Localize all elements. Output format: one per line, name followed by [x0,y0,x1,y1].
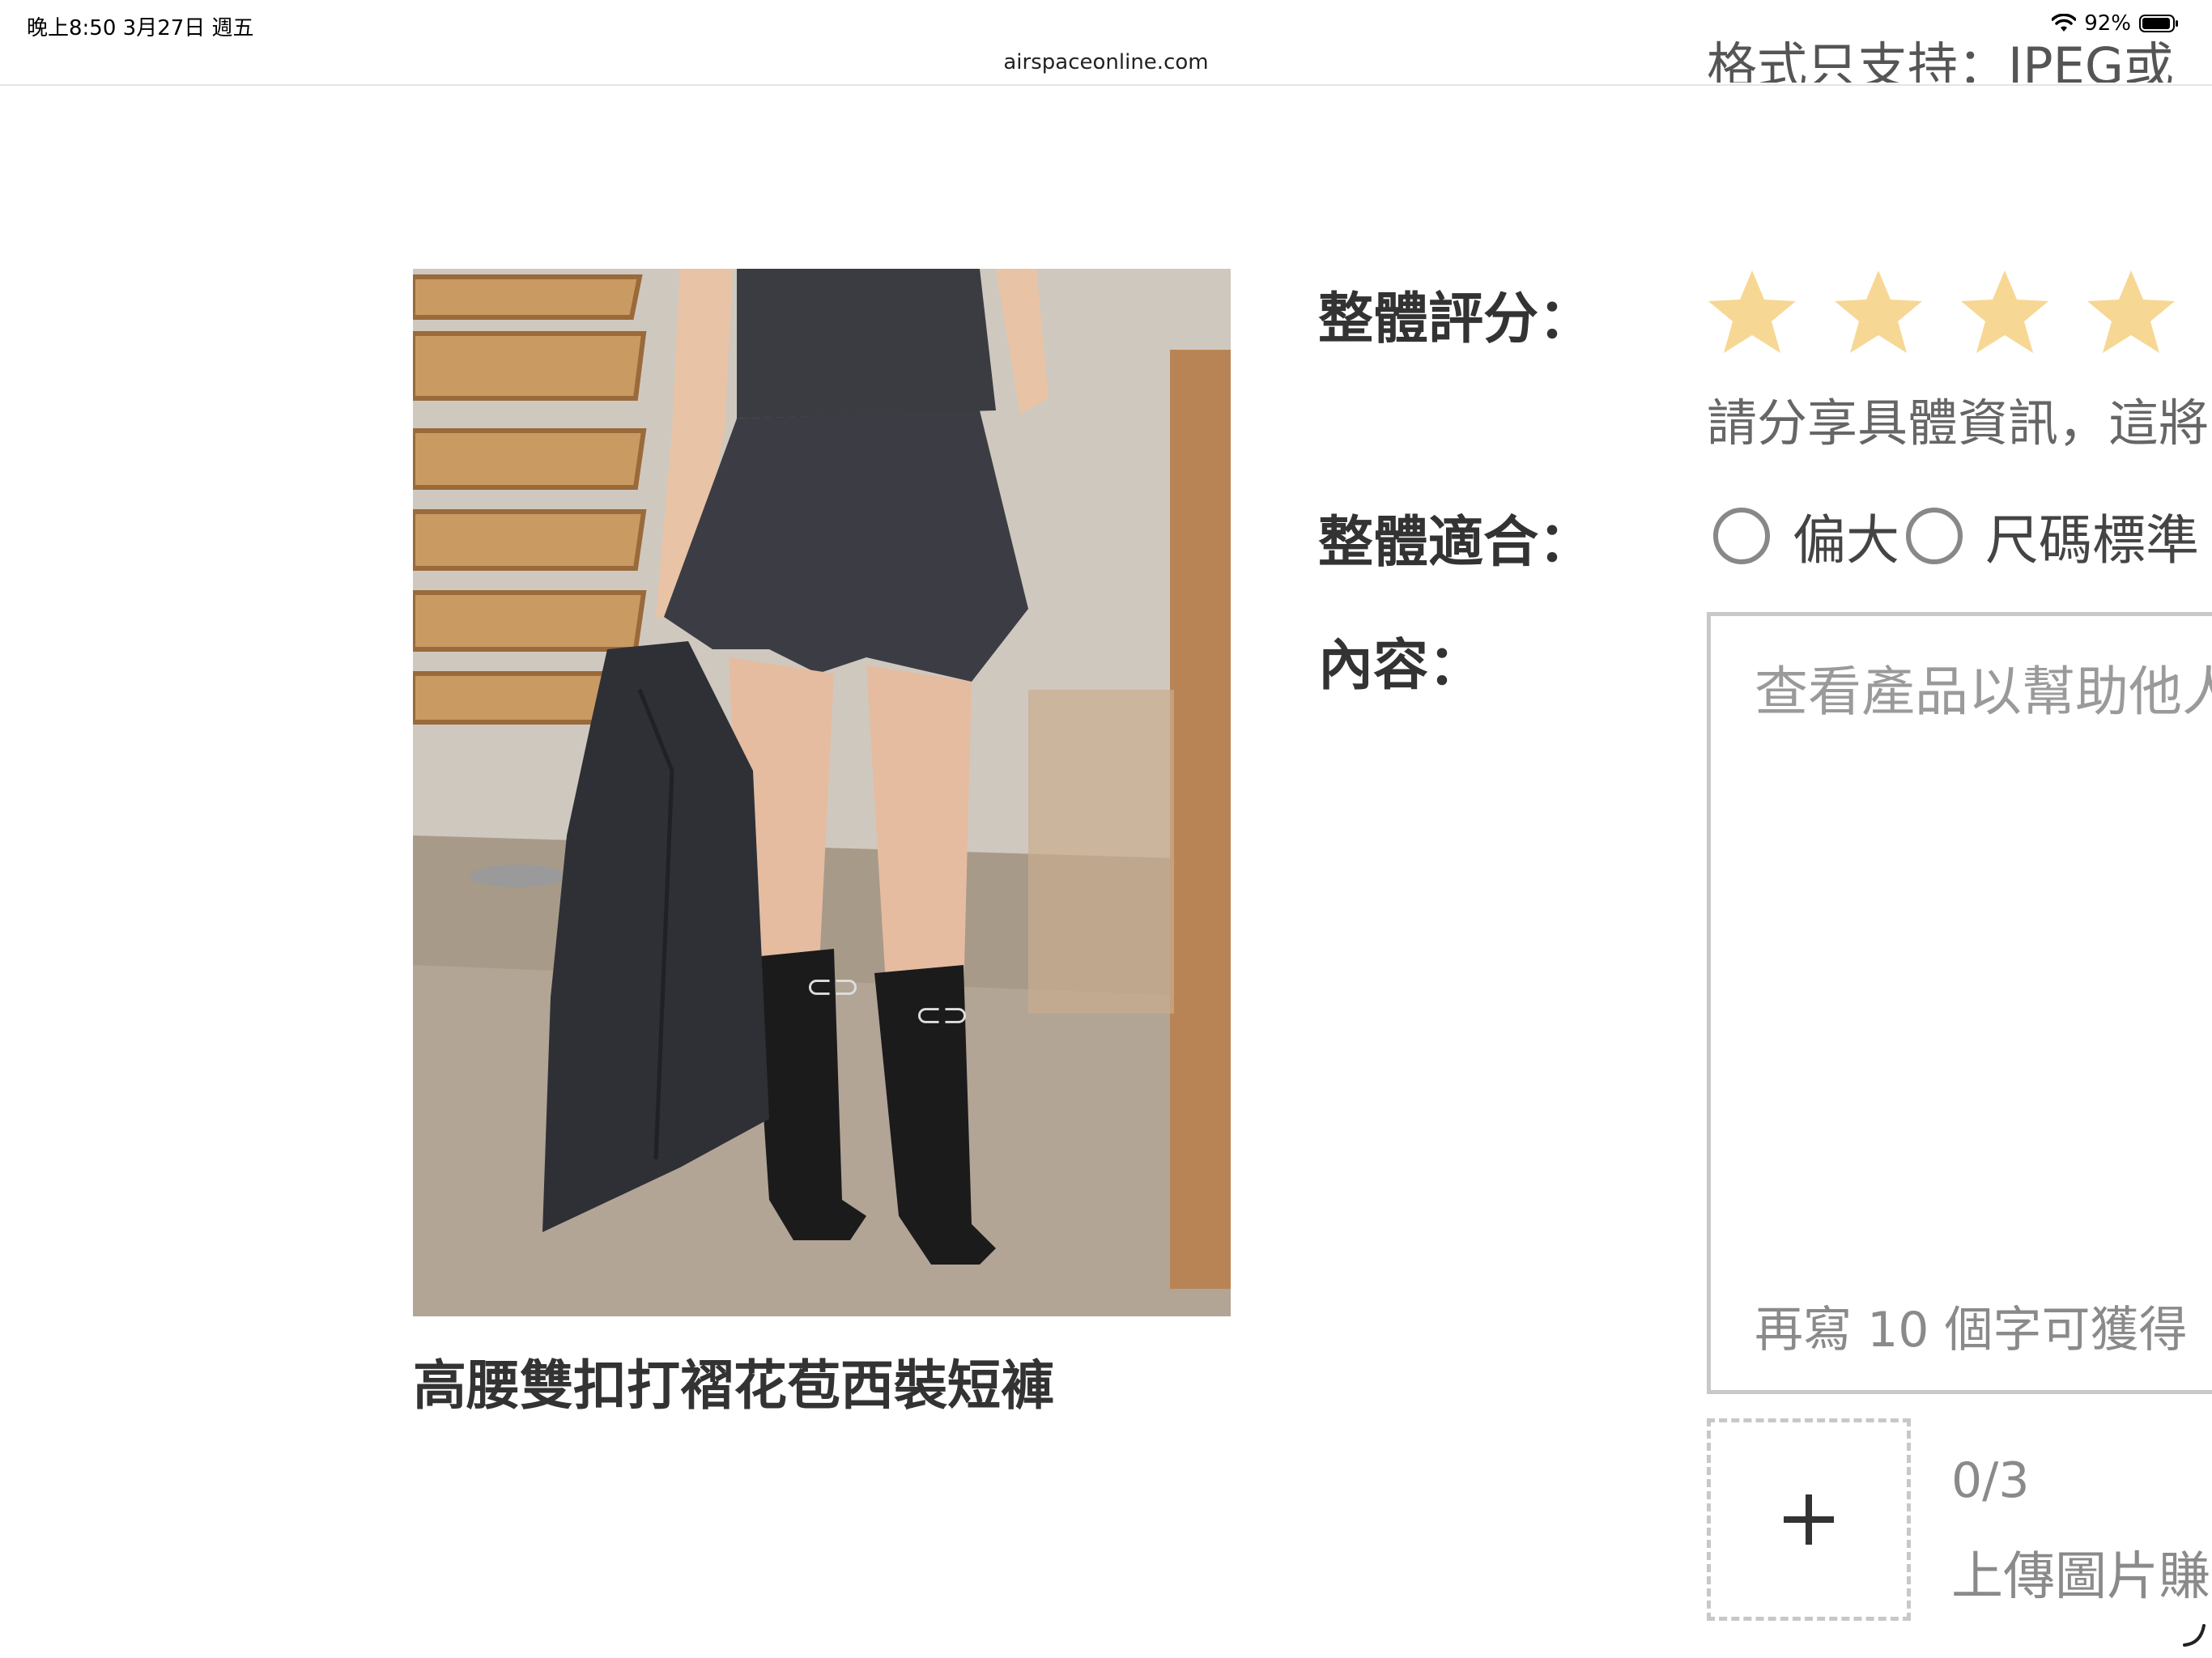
product-image: ⊂⊃ ⊂⊃ [413,269,1231,1316]
fit-options: 偏大 尺碼標準 [1713,497,2206,575]
textarea-resize-icon[interactable] [2181,1621,2207,1647]
svg-text:⊂⊃: ⊂⊃ [915,997,969,1034]
star-icon-3[interactable] [1959,269,2050,356]
product-photo-illustration: ⊂⊃ ⊂⊃ [413,269,1231,1316]
star-icon-4[interactable] [2086,269,2176,356]
content-label: 內容： [1318,634,1484,698]
fit-option-large-label[interactable]: 偏大 [1793,497,1899,575]
upload-format-note: 格式只支持：JPEG或 [1707,36,2174,83]
fit-label: 整體適合： [1318,511,1594,575]
upload-hint: 上傳圖片賺 [1951,1547,2210,1607]
textarea-char-counter: 再寫 10 個字可獲得 [1755,1302,2188,1358]
upload-image-button[interactable] [1707,1418,1911,1621]
review-content-textarea[interactable]: 查看產品以幫助他人 再寫 10 個字可獲得 [1707,612,2212,1394]
upload-count: 0/3 [1951,1452,2030,1509]
rating-hint: 請分享具體資訊，這將 [1707,393,2210,453]
fit-option-standard-label[interactable]: 尺碼標準 [1985,497,2199,575]
star-rating[interactable] [1707,269,2212,356]
radio-fit-large[interactable] [1713,508,1770,564]
star-icon-1[interactable] [1707,269,1797,356]
plus-icon [1784,1494,1834,1545]
status-time: 晚上8:50 3月27日 週五 [27,16,254,40]
textarea-placeholder: 查看產品以幫助他人 [1755,661,2212,723]
radio-fit-standard[interactable] [1906,508,1963,564]
star-icon-2[interactable] [1833,269,1924,356]
viewport: 晚上8:50 3月27日 週五 92% airspaceonline.com 格… [0,0,2212,1658]
product-title: 高腰雙扣打褶花苞西裝短褲 [413,1354,1054,1417]
svg-text:⊂⊃: ⊂⊃ [806,968,860,1005]
rating-label: 整體評分： [1318,287,1594,351]
